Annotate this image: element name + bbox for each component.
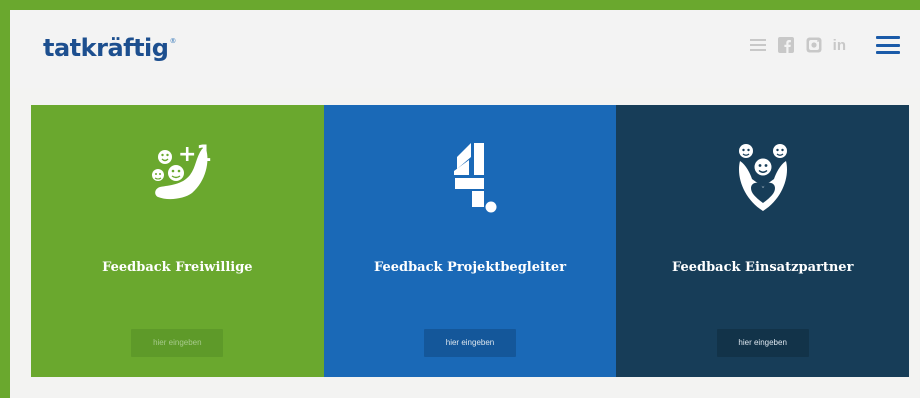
hier-eingeben-button[interactable]: hier eingeben xyxy=(424,329,516,357)
page: tatkräftig® in +1 Feedback Freiwillige h… xyxy=(10,10,920,398)
hier-eingeben-button[interactable]: hier eingeben xyxy=(716,329,809,357)
linkedin-icon[interactable]: in xyxy=(833,36,846,54)
site-header: tatkräftig® in xyxy=(10,10,920,88)
feedback-panels: +1 Feedback Freiwillige hier eingeben Fe… xyxy=(31,105,910,377)
social-links: in xyxy=(749,36,900,54)
instagram-icon[interactable] xyxy=(805,36,823,54)
panel-title: Feedback Einsatzpartner xyxy=(671,260,854,275)
linkedin-text: in xyxy=(832,36,846,54)
panel-title: Feedback Projektbegleiter xyxy=(373,260,567,275)
puzzle-four-icon xyxy=(454,143,497,213)
logo-registered-mark: ® xyxy=(169,37,176,45)
panel-feedback-projektbegleiter: Feedback Projektbegleiter hier eingeben xyxy=(323,105,617,377)
hier-eingeben-button[interactable]: hier eingeben xyxy=(131,329,224,357)
panel-feedback-einsatzpartner: Feedback Einsatzpartner hier eingeben xyxy=(616,105,910,377)
people-heart-icon xyxy=(738,144,787,211)
hamburger-menu-icon[interactable] xyxy=(876,36,900,54)
panel-title: Feedback Freiwillige xyxy=(102,260,253,275)
facebook-icon[interactable] xyxy=(777,36,795,54)
volunteer-plus-one-icon: +1 xyxy=(152,142,212,200)
logo-text[interactable]: tatkräftig xyxy=(43,34,169,62)
panel-feedback-freiwillige: +1 Feedback Freiwillige hier eingeben xyxy=(31,105,324,377)
site-logo[interactable]: tatkräftig® xyxy=(43,34,176,62)
list-icon[interactable] xyxy=(749,36,767,54)
